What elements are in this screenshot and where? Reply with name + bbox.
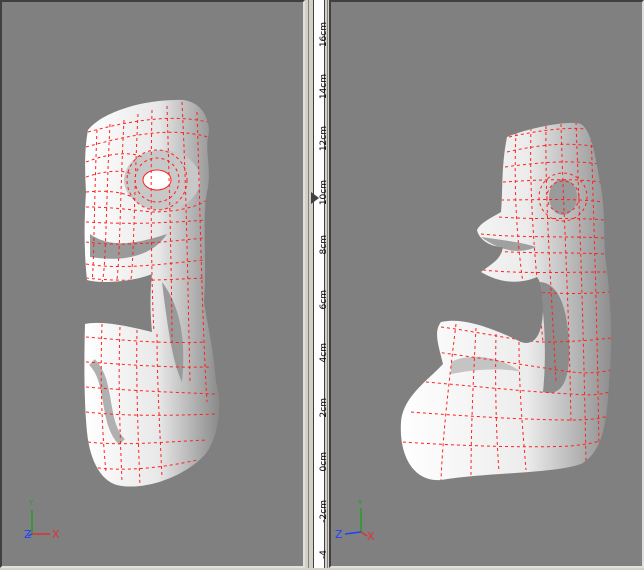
- mesh-model-left[interactable]: [2, 2, 303, 566]
- axis-label-y-right: Y: [358, 499, 363, 507]
- vertical-ruler[interactable]: 16cm 14cm 12cm 10cm 8cm 6cm 4cm 2cm 0cm …: [308, 0, 329, 568]
- axis-label-x-right: X: [367, 530, 375, 543]
- viewport-left[interactable]: Y Z X: [0, 0, 305, 568]
- axis-label-z: Z: [24, 528, 32, 541]
- axis-label-x: X: [52, 528, 60, 541]
- ruler-strip: 16cm 14cm 12cm 10cm 8cm 6cm 4cm 2cm 0cm …: [313, 0, 329, 568]
- axis-gizmo-left: Y Z X: [24, 499, 68, 542]
- axis-label-z-right: Z: [335, 528, 343, 541]
- axis-label-y: Y: [29, 499, 34, 507]
- mesh-model-right[interactable]: [331, 2, 642, 566]
- axis-gizmo-right: Y Z X: [335, 499, 379, 543]
- viewport-right[interactable]: Y Z X: [329, 0, 644, 568]
- ruler-position-marker[interactable]: [311, 192, 319, 204]
